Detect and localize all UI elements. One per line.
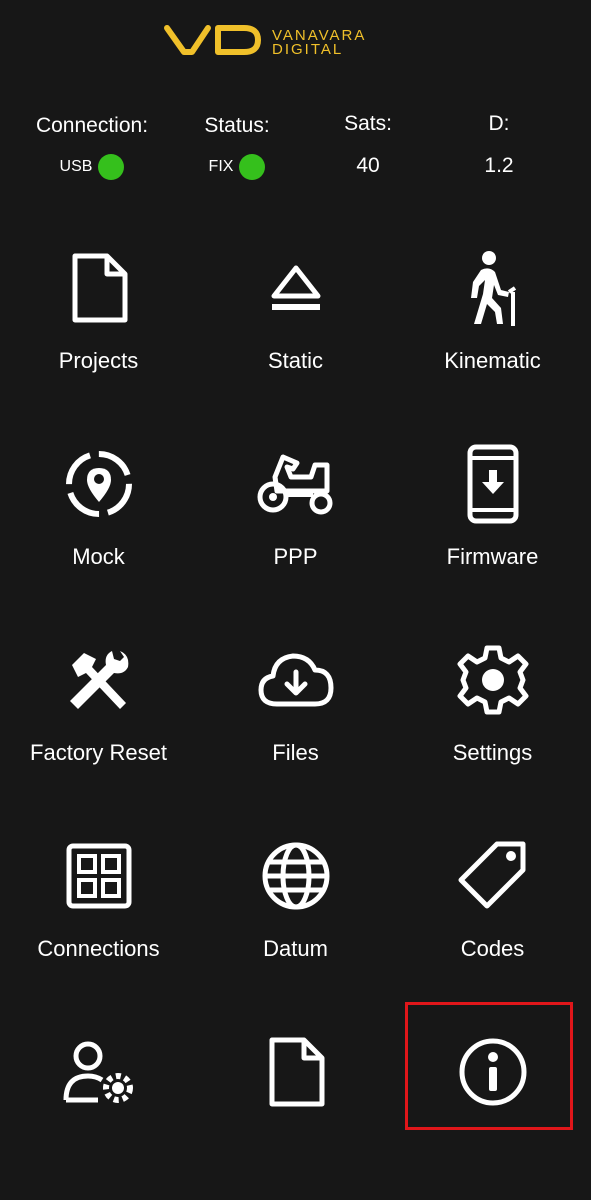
status-indicator [239, 154, 266, 180]
tag-icon [451, 834, 535, 918]
menu-static[interactable]: Static [197, 220, 394, 416]
tools-icon [57, 638, 141, 722]
cloud-download-icon [254, 638, 338, 722]
walking-person-icon [451, 246, 535, 330]
d-status: D: 1.2 [449, 112, 549, 178]
menu-settings-label: Settings [452, 740, 533, 765]
menu-datum-label: Datum [263, 936, 328, 961]
status-label: Status: [204, 114, 270, 137]
document-icon [254, 1030, 338, 1114]
document-icon [57, 246, 141, 330]
status-value: FIX [208, 158, 234, 175]
menu-mock-label: Mock [72, 544, 125, 569]
menu-datum[interactable]: Datum [197, 808, 394, 1004]
grid-icon [57, 834, 141, 918]
menu-kinematic-label: Kinematic [444, 348, 541, 373]
menu-document[interactable] [197, 1004, 394, 1200]
menu-ppp[interactable]: PPP [197, 416, 394, 612]
menu-kinematic[interactable]: Kinematic [394, 220, 591, 416]
menu-projects-label: Projects [58, 348, 139, 373]
menu-connections-label: Connections [37, 936, 160, 961]
menu-firmware-label: Firmware [446, 544, 539, 569]
menu-ppp-label: PPP [273, 544, 318, 569]
menu-codes[interactable]: Codes [394, 808, 591, 1004]
selection-highlight [405, 1002, 573, 1130]
sats-status: Sats: 40 [318, 112, 418, 178]
gear-icon [451, 638, 535, 722]
brand-line2: DIGITAL [272, 41, 343, 58]
menu-mock[interactable]: Mock [0, 416, 197, 612]
menu-factory-reset[interactable]: Factory Reset [0, 612, 197, 808]
menu-projects[interactable]: Projects [0, 220, 197, 416]
connection-indicator [98, 154, 125, 180]
location-dashed-icon [57, 442, 141, 526]
menu-factory-reset-label: Factory Reset [30, 740, 167, 765]
menu-codes-label: Codes [460, 936, 525, 961]
phone-download-icon [451, 442, 535, 526]
brand-logo: VANAVARA DIGITAL [162, 22, 432, 62]
d-label: D: [488, 112, 510, 135]
menu-files[interactable]: Files [197, 612, 394, 808]
sats-value: 40 [356, 154, 380, 177]
fix-status: Status: FIX [178, 114, 296, 180]
menu-connections[interactable]: Connections [0, 808, 197, 1004]
connection-status: Connection: USB [22, 114, 162, 180]
tractor-icon [254, 442, 338, 526]
menu-user-settings[interactable] [0, 1004, 197, 1200]
eject-icon [254, 246, 338, 330]
menu-files-label: Files [272, 740, 319, 765]
d-value: 1.2 [484, 154, 514, 177]
globe-icon [254, 834, 338, 918]
connection-value: USB [59, 158, 93, 175]
sats-label: Sats: [344, 112, 392, 135]
menu-settings[interactable]: Settings [394, 612, 591, 808]
menu-static-label: Static [267, 348, 324, 373]
connection-label: Connection: [35, 114, 149, 137]
menu-firmware[interactable]: Firmware [394, 416, 591, 612]
user-settings-icon [57, 1030, 141, 1114]
